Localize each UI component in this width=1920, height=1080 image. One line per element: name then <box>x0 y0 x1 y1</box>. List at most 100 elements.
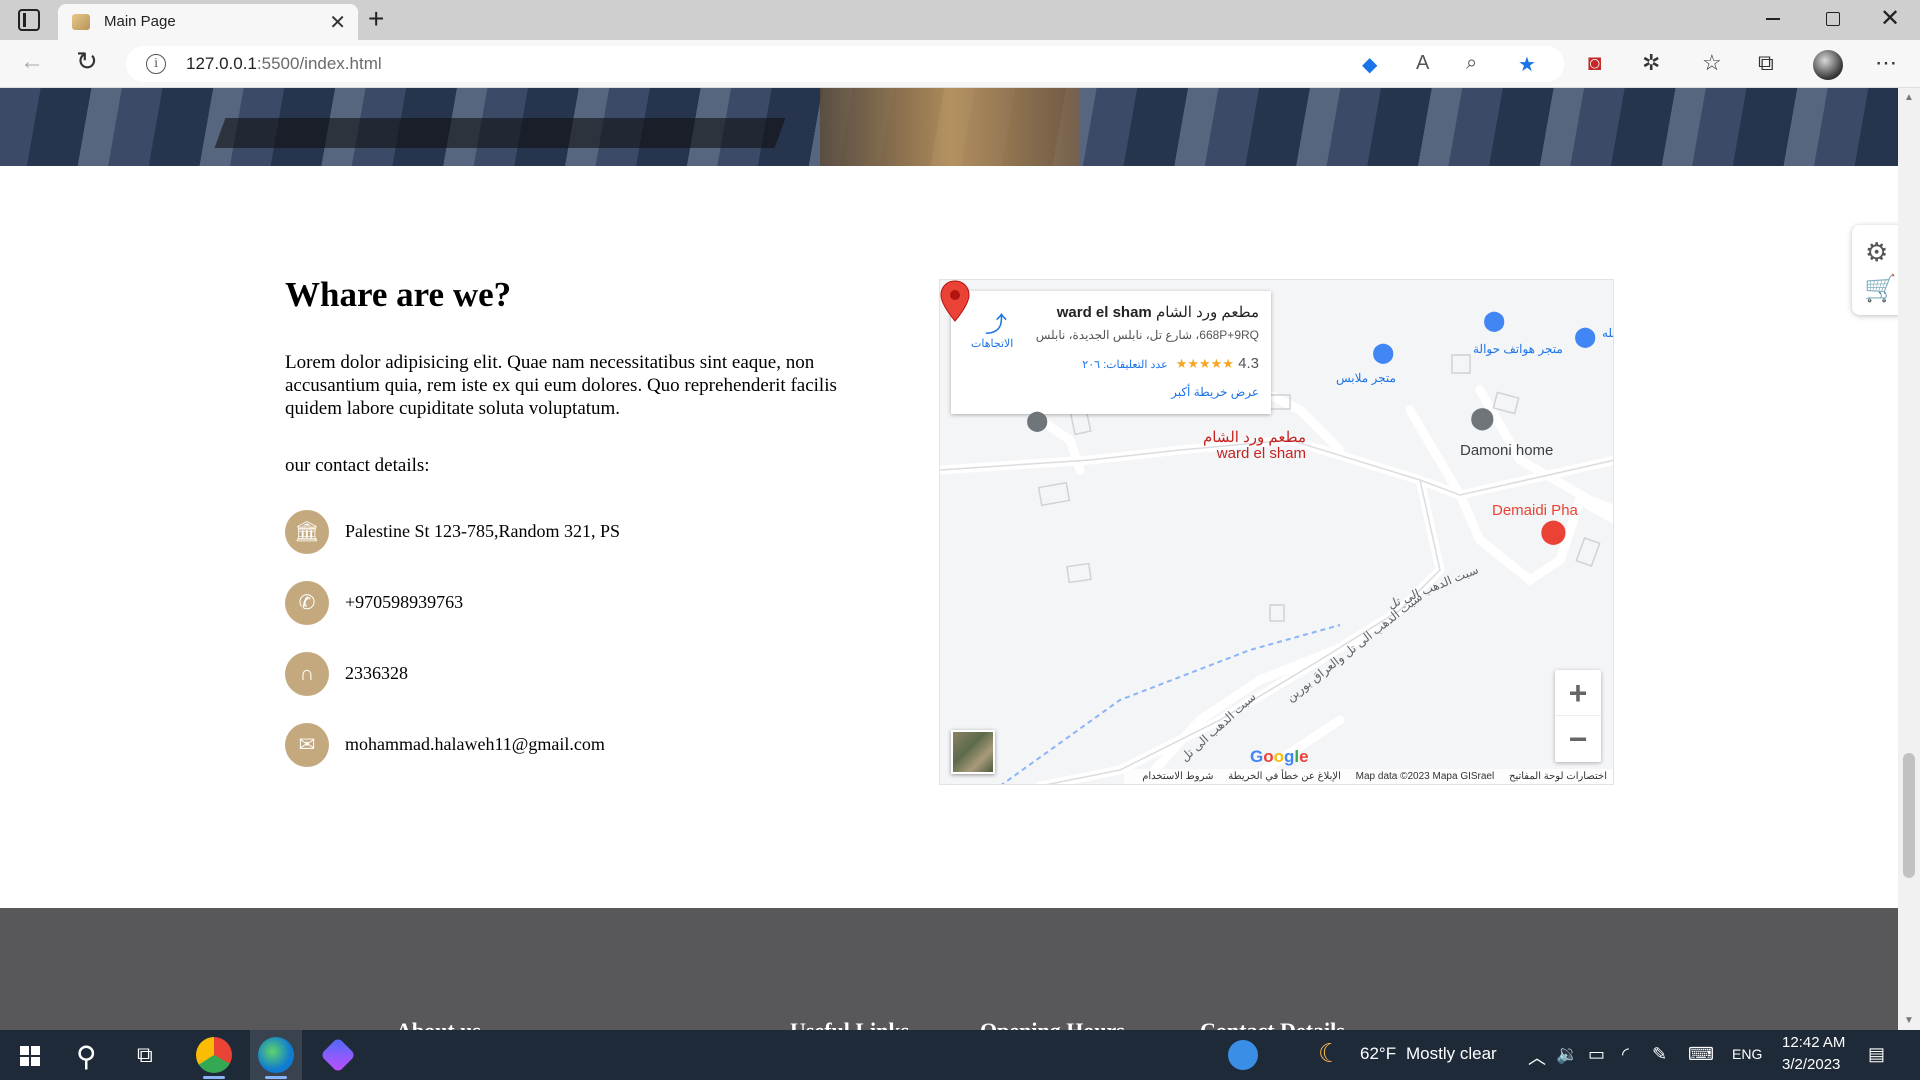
hero-image-detail <box>820 88 1080 166</box>
contact-phone: ✆ +970598939763 <box>285 581 845 625</box>
place-pin-label-ar: مطعم ورد الشام <box>1202 429 1306 446</box>
poi-label[interactable]: متجر ملابس <box>1336 371 1396 385</box>
scroll-up-icon[interactable]: ▲ <box>1904 92 1914 103</box>
tab-main-page[interactable]: Main Page ✕ <box>58 4 358 40</box>
chrome-app-icon[interactable] <box>196 1037 232 1073</box>
headphones-icon: ∩ <box>285 652 329 696</box>
zoom-out-button[interactable]: − <box>1555 716 1601 762</box>
show-hidden-icons-chevron-icon[interactable]: ︿ <box>1528 1044 1546 1070</box>
favorite-star-icon[interactable]: ★ <box>1518 52 1536 77</box>
task-view-icon[interactable]: ⧉ <box>137 1042 153 1068</box>
map-data-attribution: Map data ©2023 Mapa GISrael <box>1355 771 1495 782</box>
reload-icon[interactable]: ↻ <box>76 46 98 77</box>
contact-email: ✉ mohammad.halaweh11@gmail.com <box>285 723 845 767</box>
place-name-en: ward el sham <box>1056 304 1152 321</box>
more-menu-icon[interactable]: ⋯ <box>1875 50 1897 76</box>
rating-stars-icon: ★★★★★ <box>1175 356 1234 371</box>
page-viewport: Whare are we? Lorem dolor adipisicing el… <box>0 88 1898 1030</box>
windows-start-icon[interactable] <box>20 1046 40 1066</box>
place-pin-label-en: ward el sham <box>1216 445 1306 462</box>
envelope-icon: ✉ <box>285 723 329 767</box>
weather-temperature[interactable]: 62°F <box>1360 1044 1396 1064</box>
battery-icon[interactable]: ▭ <box>1588 1044 1605 1065</box>
shopping-pin-icon: ⬤ <box>1372 342 1395 364</box>
floating-side-widget: ⚙ 🛒 <box>1852 225 1898 315</box>
place-pin-label[interactable]: مطعم ورد الشام ward el sham <box>1186 430 1306 462</box>
contact-text: 2336328 <box>345 663 408 683</box>
pharmacy-pin-icon: ⬤ <box>1540 518 1567 545</box>
url-text[interactable]: 127.0.0.1:5500/index.html <box>186 54 382 74</box>
read-aloud-icon[interactable]: A <box>1416 52 1429 75</box>
wifi-icon[interactable]: ◜ <box>1622 1044 1629 1065</box>
footer-heading-contact: Contact Details <box>1200 1018 1345 1030</box>
zoom-out-icon[interactable]: ⌕ <box>1466 52 1477 75</box>
coupon-tag-icon[interactable]: ◆ <box>1362 52 1377 77</box>
help-icon[interactable] <box>1228 1040 1258 1070</box>
poi-label[interactable]: Damoni home <box>1460 442 1553 459</box>
favorites-icon[interactable]: ☆ <box>1702 50 1722 76</box>
tab-actions-icon[interactable] <box>18 9 40 31</box>
google-logo: Google <box>1250 747 1309 766</box>
extensions-puzzle-icon[interactable]: ✲ <box>1642 50 1660 76</box>
rating-value: 4.3 <box>1238 355 1259 372</box>
bank-icon: 🏛 <box>285 510 329 554</box>
clock-date[interactable]: 3/2/2023 <box>1782 1056 1840 1073</box>
weather-description[interactable]: Mostly clear <box>1406 1044 1497 1064</box>
poi-label[interactable]: متجر هواتف حوالة <box>1473 342 1563 356</box>
profile-avatar[interactable] <box>1813 50 1843 80</box>
close-window-icon[interactable]: ✕ <box>1880 4 1900 33</box>
map-report-link[interactable]: الإبلاغ عن خطأ في الخريطة <box>1228 771 1341 782</box>
section-description: Lorem dolor adipisicing elit. Quae nam n… <box>285 352 837 419</box>
shopping-pin-icon: ⬤ <box>1483 310 1506 332</box>
weather-moon-icon: ☾ <box>1318 1038 1342 1068</box>
edge-running-indicator <box>265 1076 287 1079</box>
search-icon[interactable]: ⚲ <box>76 1040 97 1073</box>
hero-image <box>0 88 1898 166</box>
map-shortcuts-link[interactable]: اختصارات لوحة المفاتيح <box>1509 771 1607 782</box>
volume-icon[interactable]: 🔉 <box>1556 1044 1578 1065</box>
poi-pin-icon: ⬤ <box>1026 410 1049 432</box>
page-scrollbar[interactable]: ▲ ▼ <box>1898 88 1920 1030</box>
scroll-down-icon[interactable]: ▼ <box>1904 1015 1914 1026</box>
pen-icon[interactable]: ✎ <box>1652 1044 1667 1065</box>
satellite-layer-toggle[interactable] <box>951 730 995 774</box>
map-pin-icon[interactable] <box>940 280 970 322</box>
url-path: :5500/index.html <box>256 54 382 73</box>
cart-icon[interactable]: 🛒 <box>1864 273 1896 304</box>
keyboard-icon[interactable]: ⌨ <box>1688 1044 1714 1065</box>
contact-text: Palestine St 123-785,Random 321, PS <box>345 521 621 541</box>
site-info-icon[interactable]: i <box>146 54 166 74</box>
directions-icon[interactable]: ⤴ <box>984 307 1008 337</box>
map-zoom-control: + − <box>1555 670 1601 762</box>
maximize-window-icon[interactable] <box>1826 12 1840 26</box>
poi-label[interactable]: الله <box>1602 326 1613 340</box>
site-footer: About us Useful Links Opening Hours Cont… <box>0 908 1898 1030</box>
contact-heading: our contact details: <box>285 455 430 476</box>
embedded-map[interactable]: ⤴ الاتجاهات مطعم ورد الشام ward el sham … <box>939 279 1614 785</box>
clock-time[interactable]: 12:42 AM <box>1782 1034 1845 1051</box>
back-arrow-icon[interactable]: ← <box>20 48 44 76</box>
new-tab-button[interactable]: + <box>368 3 384 35</box>
notifications-icon[interactable]: ▤ <box>1868 1044 1885 1065</box>
view-larger-map-link[interactable]: عرض خريطة أكبر <box>1171 385 1259 399</box>
edge-app-icon[interactable] <box>258 1037 294 1073</box>
address-bar[interactable]: i 127.0.0.1:5500/index.html ◆ A ⌕ ★ <box>126 46 1564 82</box>
browser-toolbar: ← ↻ i 127.0.0.1:5500/index.html ◆ A ⌕ ★ … <box>0 40 1920 88</box>
scroll-thumb[interactable] <box>1903 753 1915 878</box>
zoom-in-button[interactable]: + <box>1555 670 1601 716</box>
tab-close-icon[interactable]: ✕ <box>329 10 346 35</box>
tab-title: Main Page <box>104 13 176 30</box>
copilot-app-icon[interactable] <box>320 1037 356 1073</box>
contact-support: ∩ 2336328 <box>285 652 845 696</box>
language-indicator[interactable]: ENG <box>1732 1046 1762 1062</box>
chrome-running-indicator <box>203 1076 225 1079</box>
hero-image-detail <box>214 118 786 148</box>
directions-link[interactable]: الاتجاهات <box>971 337 1013 350</box>
extension-shield-icon[interactable]: ◙ <box>1588 50 1601 76</box>
reviews-link[interactable]: عدد التعليقات: ٢٠٦ <box>1082 359 1167 371</box>
map-terms-link[interactable]: شروط الاستخدام <box>1142 771 1213 782</box>
place-name-ar: مطعم ورد الشام <box>1155 304 1259 321</box>
collections-icon[interactable]: ⧉ <box>1758 50 1774 76</box>
minimize-window-icon[interactable] <box>1766 18 1780 20</box>
gear-icon[interactable]: ⚙ <box>1865 237 1888 268</box>
